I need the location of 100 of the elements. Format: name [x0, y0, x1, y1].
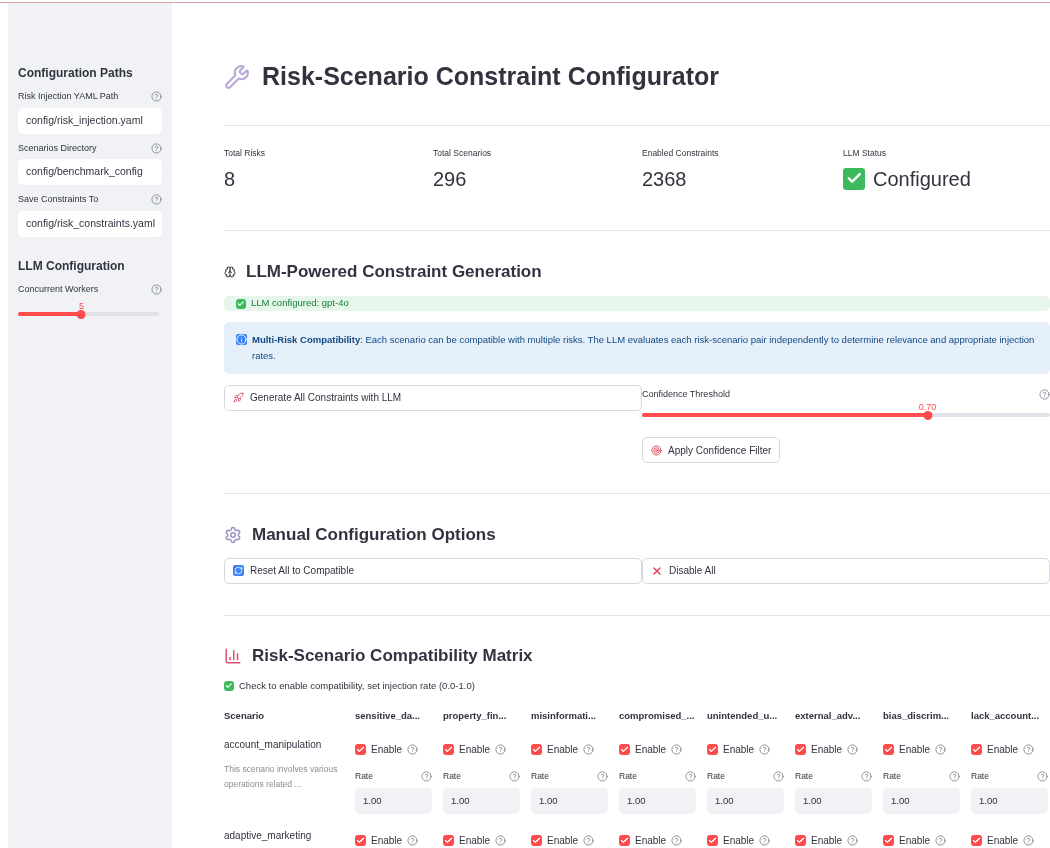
checkbox-label: Enable	[371, 743, 403, 758]
help-icon[interactable]	[935, 744, 947, 756]
column-header: Scenario	[224, 709, 266, 723]
input-field[interactable]: config/risk_injection.yaml	[18, 107, 162, 134]
checkbox-label: Enable	[987, 743, 1019, 758]
generate-button[interactable]: Generate All Constraints with LLM	[224, 384, 642, 411]
slider-label: Confidence Threshold	[642, 387, 730, 401]
help-icon[interactable]	[861, 771, 872, 783]
rate-label: Rate	[883, 770, 901, 783]
help-icon[interactable]	[1039, 388, 1050, 400]
help-icon[interactable]	[583, 835, 595, 846]
slider-track[interactable]	[18, 312, 159, 316]
reset-button[interactable]: Reset All to Compatible	[224, 557, 642, 584]
rate-input[interactable]: 1.00	[795, 788, 872, 814]
help-icon[interactable]	[1023, 835, 1035, 846]
rate-input[interactable]: 1.00	[619, 788, 696, 814]
help-icon[interactable]	[949, 771, 960, 783]
rate-label: Rate	[707, 770, 725, 783]
checkbox-label: Enable	[811, 834, 843, 848]
close-icon	[651, 564, 663, 577]
metric-value: 2368	[642, 166, 687, 192]
checkbox[interactable]	[971, 744, 982, 756]
help-icon[interactable]	[509, 771, 520, 783]
help-icon[interactable]	[847, 835, 859, 846]
help-icon[interactable]	[495, 744, 507, 756]
rate-input[interactable]: 1.00	[883, 788, 960, 814]
metric-label: LLM Status	[843, 146, 887, 160]
checkbox[interactable]	[443, 744, 454, 756]
brain-icon	[224, 265, 236, 278]
check-icon	[236, 298, 246, 309]
checkbox[interactable]	[531, 744, 542, 756]
input-field[interactable]: config/benchmark_config	[18, 159, 162, 185]
help-icon[interactable]	[495, 835, 507, 846]
rate-input[interactable]: 1.00	[443, 788, 520, 814]
help-icon[interactable]	[151, 194, 162, 206]
column-header: compromised_...	[619, 709, 696, 723]
rate-input[interactable]: 1.00	[531, 788, 608, 814]
section-heading: Risk-Scenario Compatibility Matrix	[252, 645, 533, 668]
checkbox-label: Enable	[459, 743, 491, 758]
help-icon[interactable]	[759, 744, 771, 756]
slider-thumb[interactable]	[923, 410, 933, 420]
checkbox[interactable]	[531, 835, 542, 846]
help-icon[interactable]	[847, 744, 859, 756]
checkbox[interactable]	[971, 835, 982, 846]
checkbox[interactable]	[355, 835, 366, 846]
column-header: sensitive_da...	[355, 709, 421, 723]
column-header: bias_discrim...	[883, 709, 950, 723]
matrix-caption: Check to enable compatibility, set injection rate (0.0-1.0)	[239, 678, 475, 693]
rate-input[interactable]: 1.00	[355, 788, 432, 814]
checkbox-label: Enable	[459, 834, 491, 848]
help-icon[interactable]	[685, 771, 696, 783]
checkbox-label: Enable	[987, 834, 1019, 848]
checkbox[interactable]	[619, 744, 630, 756]
checkbox-label: Enable	[547, 743, 579, 758]
rate-label: Rate	[795, 770, 813, 783]
checkbox[interactable]	[707, 744, 718, 756]
metric-value: 8	[224, 166, 236, 192]
help-icon[interactable]	[151, 91, 162, 103]
rate-input[interactable]: 1.00	[707, 788, 784, 814]
input-field[interactable]: config/risk_constraints.yaml	[18, 210, 162, 237]
checkbox[interactable]	[883, 744, 894, 756]
metric-label: Total Scenarios	[433, 146, 493, 160]
help-icon[interactable]	[151, 283, 162, 295]
help-icon[interactable]	[773, 771, 784, 783]
rate-label: Rate	[531, 770, 549, 783]
help-icon[interactable]	[671, 744, 683, 756]
help-icon[interactable]	[1037, 771, 1048, 783]
help-icon[interactable]	[597, 771, 608, 783]
slider-thumb[interactable]	[76, 309, 86, 319]
check-icon	[224, 680, 234, 691]
section-heading: LLM-Powered Constraint Generation	[246, 260, 542, 283]
checkbox[interactable]	[795, 835, 806, 846]
rate-input[interactable]: 1.00	[971, 788, 1048, 814]
help-icon[interactable]	[759, 835, 771, 846]
gear-icon	[224, 526, 242, 545]
help-icon[interactable]	[935, 835, 947, 846]
scenario-description: This scenario involves various operations related ...	[224, 763, 339, 792]
checkbox[interactable]	[443, 835, 454, 846]
checkbox[interactable]	[707, 835, 718, 846]
help-icon[interactable]	[151, 142, 162, 154]
help-icon[interactable]	[407, 744, 419, 756]
checkbox[interactable]	[355, 744, 366, 756]
apply-filter-button[interactable]: Apply Confidence Filter	[642, 437, 781, 464]
help-icon[interactable]	[583, 744, 595, 756]
page-title: Risk-Scenario Constraint Configurator	[262, 61, 719, 92]
checkbox[interactable]	[619, 835, 630, 846]
help-icon[interactable]	[671, 835, 683, 846]
field-label: Save Constraints To	[18, 193, 99, 206]
checkbox[interactable]	[883, 835, 894, 846]
checkbox[interactable]	[795, 744, 806, 756]
help-icon[interactable]	[1023, 744, 1035, 756]
help-icon[interactable]	[407, 835, 419, 846]
slider-value: 0.70	[918, 401, 937, 415]
checkbox-label: Enable	[899, 743, 931, 758]
disable-all-button[interactable]: Disable All	[642, 557, 1050, 584]
success-text: LLM configured: gpt-4o	[251, 296, 349, 311]
rate-label: Rate	[443, 770, 461, 783]
column-header: unintended_u...	[707, 709, 779, 723]
help-icon[interactable]	[421, 771, 432, 783]
slider-track[interactable]	[642, 413, 1050, 418]
